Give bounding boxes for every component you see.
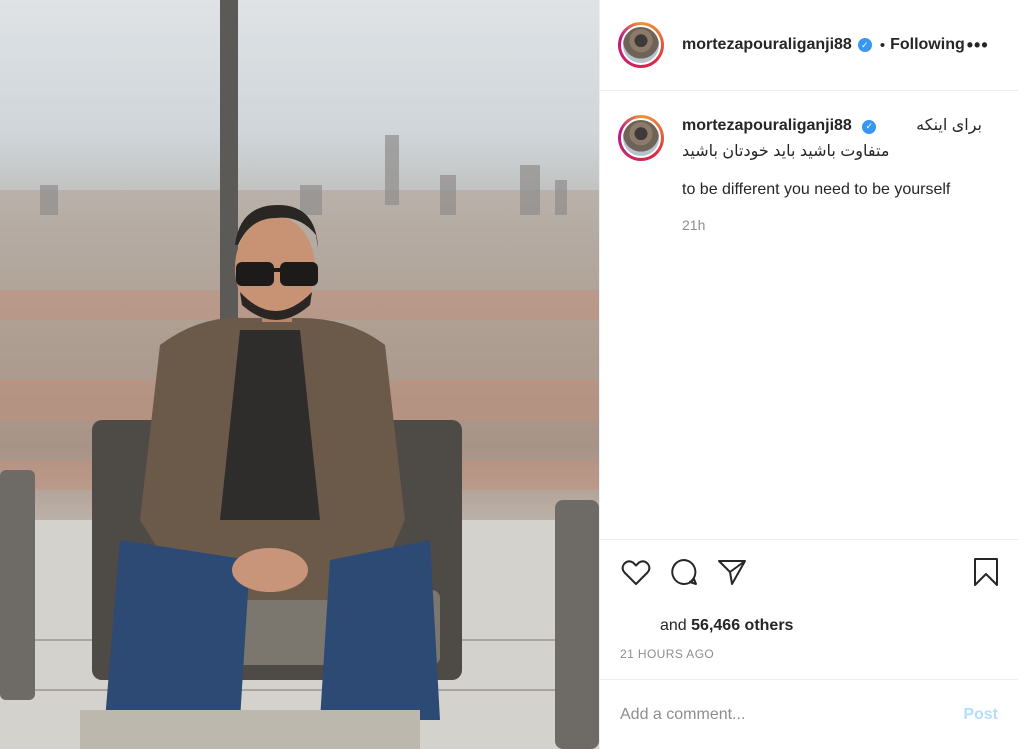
post-photo[interactable] [0, 0, 599, 749]
side-panel: mortezapouraliganji88 ✓ • Following ••• … [599, 0, 1018, 749]
bookmark-icon[interactable] [970, 556, 1002, 588]
verified-badge-icon: ✓ [857, 38, 872, 52]
likes-count[interactable]: 56,466 others [691, 617, 793, 634]
paper-plane-icon[interactable] [716, 556, 748, 588]
likes-summary: and 56,466 others [600, 603, 1018, 635]
post-button[interactable]: Post [963, 706, 998, 724]
instagram-post: mortezapouraliganji88 ✓ • Following ••• … [0, 0, 1018, 749]
caption-username[interactable]: mortezapouraliganji88 [682, 117, 852, 134]
avatar[interactable] [618, 22, 664, 68]
following-button[interactable]: Following [890, 36, 965, 54]
comment-bubble-icon[interactable] [668, 556, 700, 588]
caption-fa-line1: برای اینکه [916, 117, 982, 134]
more-options-icon[interactable]: ••• [967, 35, 989, 56]
caption-fa-line2: متفاوت باشید باید خودتان باشید [682, 143, 890, 160]
action-bar [600, 539, 1018, 603]
caption-avatar[interactable] [618, 115, 664, 161]
caption-time: 21h [682, 217, 706, 233]
author-username[interactable]: mortezapouraliganji88 [682, 36, 852, 54]
comment-input[interactable] [620, 705, 964, 724]
separator-dot: • [879, 36, 886, 54]
caption-area: mortezapouraliganji88 ✓ برای اینکه متفاو… [600, 91, 1018, 539]
heart-icon[interactable] [620, 556, 652, 588]
post-header: mortezapouraliganji88 ✓ • Following ••• [600, 0, 1018, 91]
caption-first-line: mortezapouraliganji88 ✓ برای اینکه [682, 115, 982, 137]
likes-prefix: and [660, 617, 687, 634]
caption-avatar-image [621, 118, 661, 158]
photo-illustration [0, 0, 599, 749]
avatar-image [621, 25, 661, 65]
posted-time: 21 HOURS AGO [620, 647, 715, 661]
caption-body: mortezapouraliganji88 ✓ برای اینکه متفاو… [682, 115, 982, 539]
caption-en: to be different you need to be yourself [682, 181, 951, 198]
comment-bar: Post [600, 679, 1018, 749]
verified-badge-icon: ✓ [862, 119, 877, 134]
